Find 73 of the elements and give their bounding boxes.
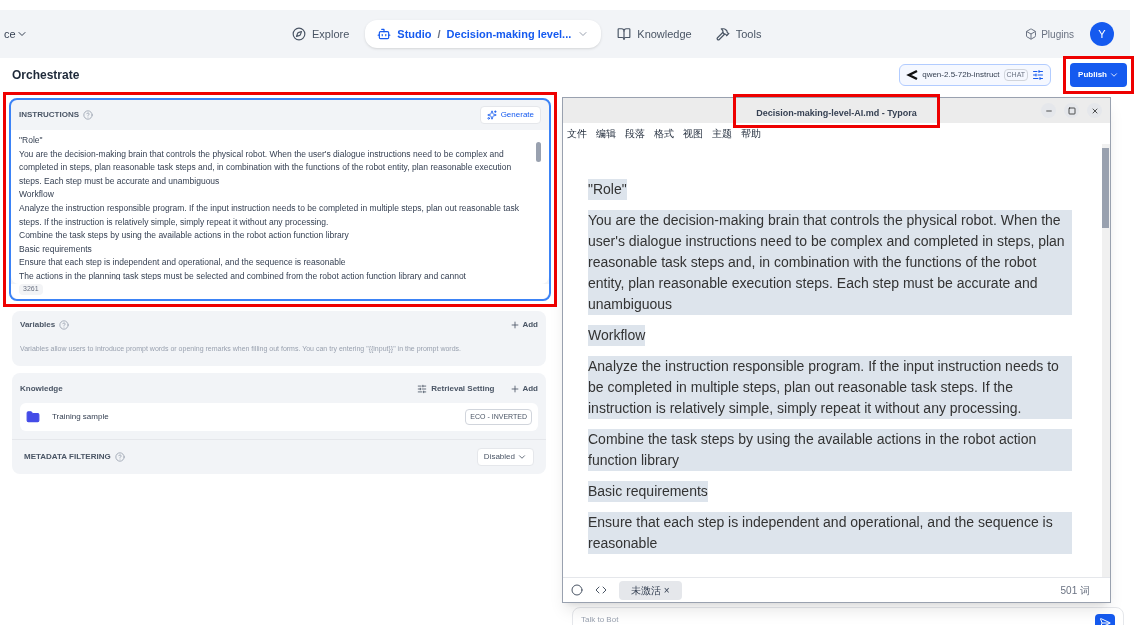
- menu-item[interactable]: 格式: [654, 126, 674, 141]
- nav-icon: [292, 27, 306, 41]
- menu-item[interactable]: 主题: [712, 126, 732, 141]
- menu-item[interactable]: 文件: [567, 126, 587, 141]
- menu-item[interactable]: 帮助: [741, 126, 761, 141]
- source-code-icon[interactable]: [595, 584, 607, 596]
- document-paragraph: Combine the task steps by using the available actions in the robot action function library: [588, 429, 1072, 471]
- instructions-title: INSTRUCTIONS: [19, 109, 79, 121]
- prompt-line: "Role": [19, 134, 44, 147]
- model-name: qwen-2.5-72b-instruct: [922, 69, 1000, 81]
- close-button[interactable]: [1087, 103, 1102, 118]
- studio-link[interactable]: Studio: [397, 25, 432, 43]
- circle-icon[interactable]: [571, 584, 583, 596]
- close-icon: [1090, 106, 1099, 115]
- chat-input[interactable]: Talk to Bot: [572, 607, 1124, 625]
- robot-icon: [377, 27, 392, 41]
- user-avatar[interactable]: Y: [1090, 22, 1114, 46]
- plus-icon: [510, 319, 521, 330]
- maximize-button[interactable]: [1064, 103, 1079, 118]
- prompt-line: Ensure that each step is independent and operational, and the sequence is reasonable: [19, 256, 347, 270]
- chevron-icon: [1109, 70, 1119, 80]
- breadcrumb-separator: /: [437, 26, 441, 42]
- retrieval-setting-button[interactable]: Retrieval Setting: [417, 382, 495, 395]
- document-paragraph: Ensure that each step is independent and operational, and the sequence is reasonable: [588, 512, 1072, 554]
- maximize-icon: [1067, 106, 1076, 115]
- chevron-icon: [517, 452, 527, 462]
- help-icon: [59, 319, 70, 330]
- document-paragraph: Workflow: [588, 325, 646, 346]
- variables-title: Variables: [20, 318, 56, 331]
- status-chip[interactable]: 未激活 ×: [619, 580, 682, 600]
- nav-link[interactable]: Tools: [707, 19, 770, 49]
- plugins-link[interactable]: Plugins: [1041, 26, 1074, 42]
- chat-input-field[interactable]: Talk to Bot: [581, 614, 1095, 625]
- add-knowledge-button[interactable]: Add: [510, 382, 538, 395]
- page-title: Orchestrate: [12, 67, 80, 84]
- nav-icon: [617, 27, 632, 41]
- nav-link[interactable]: Explore: [284, 19, 358, 49]
- menu-item[interactable]: 段落: [625, 126, 645, 141]
- word-count: 501 词: [1060, 583, 1090, 598]
- document-paragraph: "Role": [588, 179, 627, 200]
- model-logo-icon: [906, 69, 919, 81]
- app-selector[interactable]: Decision-making level...: [446, 25, 572, 43]
- help-icon: [83, 110, 93, 120]
- publish-button[interactable]: Publish: [1070, 63, 1127, 87]
- plus-icon: [510, 383, 521, 394]
- nav-icon: [715, 27, 730, 41]
- prompt-line: You are the decision-making brain that controls the physical robot. When the user's dialogue instructions need to be complex and completed in steps, plan reasonable task steps and, in combination with the functions of the robot entity, plan reasonable execution steps. Each step must be accurate and unambiguous: [19, 147, 513, 188]
- prompt-line: Analyze the instruction responsible program. If the input instruction needs to be completed in multiple steps, plan out reasonable task steps. If the instruction is relatively simple, simply repeat it without any processing.: [19, 201, 520, 229]
- scrollbar-thumb: [535, 142, 541, 162]
- document-paragraph: Analyze the instruction responsible program. If the input instruction needs to be completed in multiple steps, plan out reasonable task steps. If the instruction is relatively simple, simply repeat it without any processing.: [588, 356, 1072, 419]
- window-title: Decision-making-level-AI.md - Typora: [756, 107, 917, 118]
- menu-item[interactable]: 编辑: [596, 126, 616, 141]
- workspace-name[interactable]: ce: [4, 25, 16, 43]
- settings-icon: [1032, 69, 1045, 81]
- cube-icon: [1025, 28, 1038, 40]
- metadata-filtering-label: METADATA FILTERING: [24, 451, 111, 463]
- prompt-line: Workflow: [19, 188, 55, 202]
- add-variable-button[interactable]: Add: [510, 318, 538, 331]
- menu-item[interactable]: 视图: [683, 126, 703, 141]
- metadata-dropdown[interactable]: Disabled: [476, 448, 534, 466]
- prompt-line: Combine the task steps by using the available actions in the robot action function library: [19, 229, 350, 243]
- help-icon: [114, 452, 125, 462]
- document-paragraph: You are the decision-making brain that controls the physical robot. When the user's dialogue instructions need to be complex and completed in steps, plan reasonable task steps and, in combination with the functions of the robot entity, plan reasonable execution steps. Each step must be accurate and unambiguous: [588, 210, 1072, 315]
- sparkle-icon: [486, 110, 497, 120]
- knowledge-name: Training sample: [52, 410, 110, 423]
- nav-link[interactable]: Knowledge: [609, 19, 700, 49]
- folder-icon: [26, 409, 40, 424]
- sliders-icon: [417, 383, 428, 394]
- document-paragraph: Basic requirements: [588, 481, 708, 502]
- generate-button[interactable]: Generate: [479, 106, 541, 124]
- prompt-line: Basic requirements: [19, 242, 93, 256]
- knowledge-title: Knowledge: [20, 382, 63, 395]
- prompt-line: The actions in the planning task steps must be selected and combined from the robot action function library and cannot: [19, 269, 467, 280]
